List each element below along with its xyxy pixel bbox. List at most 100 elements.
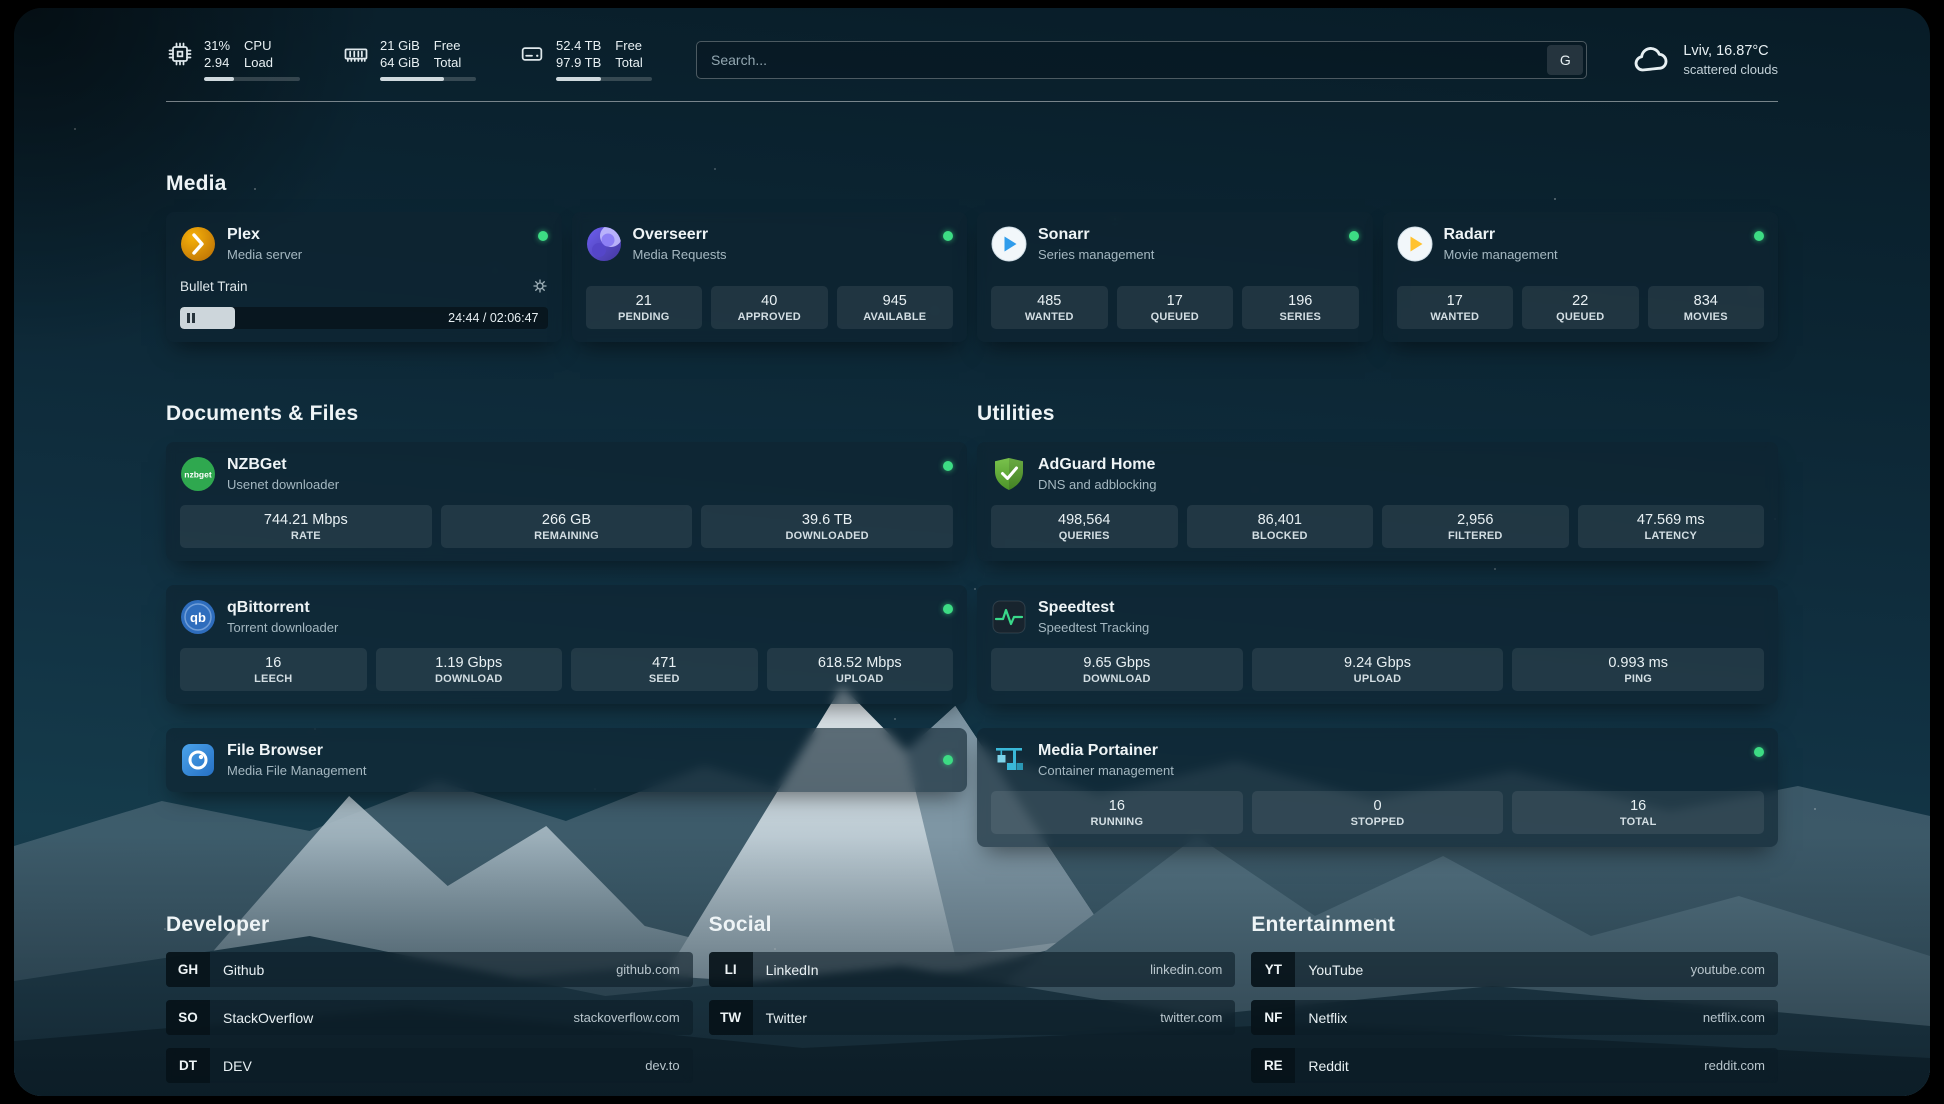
stat-download: 9.65 Gbps DOWNLOAD — [991, 648, 1243, 691]
qbittorrent-icon: qb — [180, 599, 216, 635]
service-subtitle: Speedtest Tracking — [1038, 619, 1149, 636]
service-name: Overseerr — [633, 225, 727, 245]
bookmark-abbr: GH — [166, 952, 210, 987]
bookmark-url: dev.to — [645, 1058, 679, 1073]
service-card-qbittorrent[interactable]: qb qBittorrent Torrent downloader — [166, 585, 967, 704]
bookmark-label: StackOverflow — [223, 1010, 313, 1026]
bookmark-abbr: YT — [1251, 952, 1295, 987]
bookmark-github[interactable]: GH Github github.com — [166, 952, 693, 987]
status-dot — [943, 604, 953, 614]
stat-wanted: 485 WANTED — [991, 286, 1108, 329]
service-name: Media Portainer — [1038, 741, 1174, 761]
service-card-filebrowser[interactable]: File Browser Media File Management — [166, 728, 967, 792]
bookmark-dev[interactable]: DT DEV dev.to — [166, 1048, 693, 1083]
bookmark-netflix[interactable]: NF Netflix netflix.com — [1251, 1000, 1778, 1035]
section-title-entertainment: Entertainment — [1251, 913, 1778, 937]
pause-icon — [187, 313, 195, 323]
stat-series: 196 SERIES — [1242, 286, 1359, 329]
stat-stopped: 0 STOPPED — [1252, 791, 1504, 834]
now-playing-title: Bullet Train — [180, 279, 248, 294]
stat-approved: 40 APPROVED — [711, 286, 828, 329]
service-card-sonarr[interactable]: Sonarr Series management 485 WANTED — [977, 212, 1373, 342]
section-title-social: Social — [709, 913, 1236, 937]
bookmark-label: Netflix — [1308, 1010, 1347, 1026]
memory-free-label: Free — [434, 38, 461, 53]
cpu-chip-icon — [166, 40, 194, 68]
service-name: Radarr — [1444, 225, 1558, 245]
bookmark-url: netflix.com — [1703, 1010, 1765, 1025]
stat-running: 16 RUNNING — [991, 791, 1243, 834]
overseerr-icon — [586, 226, 622, 262]
bookmark-twitter[interactable]: TW Twitter twitter.com — [709, 1000, 1236, 1035]
stat-rate: 744.21 Mbps RATE — [180, 505, 432, 548]
disk-free-value: 52.4 TB — [556, 38, 601, 53]
bookmark-group-social: Social LI LinkedIn linkedin.com TW Twitt… — [709, 913, 1236, 1083]
stat-upload: 9.24 Gbps UPLOAD — [1252, 648, 1504, 691]
bookmark-linkedin[interactable]: LI LinkedIn linkedin.com — [709, 952, 1236, 987]
service-card-overseerr[interactable]: Overseerr Media Requests 21 PENDING — [572, 212, 968, 342]
dashboard-screen: 31% 2.94 CPU Load — [14, 8, 1930, 1096]
ram-icon — [342, 40, 370, 68]
stat-leech: 16 LEECH — [180, 648, 367, 691]
service-subtitle: Media Requests — [633, 246, 727, 263]
memory-usage-bar — [380, 77, 476, 81]
sonarr-icon — [991, 226, 1027, 262]
stat-available: 945 AVAILABLE — [837, 286, 954, 329]
cpu-usage-label: CPU — [244, 38, 273, 53]
section-title-developer: Developer — [166, 913, 693, 937]
search-input[interactable] — [711, 52, 1547, 68]
search-engine-button[interactable]: G — [1547, 45, 1583, 75]
status-dot — [1754, 747, 1764, 757]
status-dot — [1349, 231, 1359, 241]
bookmark-abbr: RE — [1251, 1048, 1295, 1083]
service-card-radarr[interactable]: Radarr Movie management 17 WANTED 2 — [1383, 212, 1779, 342]
section-title-media: Media — [166, 172, 1778, 196]
bookmark-label: LinkedIn — [766, 962, 819, 978]
service-card-plex[interactable]: Plex Media server Bullet Train — [166, 212, 562, 342]
status-dot — [1754, 231, 1764, 241]
service-card-nzbget[interactable]: nzbget NZBGet Usenet downloader — [166, 442, 967, 561]
service-subtitle: DNS and adblocking — [1038, 476, 1157, 493]
cpu-widget: 31% 2.94 CPU Load — [166, 38, 300, 81]
service-card-speedtest[interactable]: Speedtest Speedtest Tracking 9.65 Gbps D… — [977, 585, 1778, 704]
gear-icon[interactable] — [532, 278, 548, 294]
service-subtitle: Container management — [1038, 762, 1174, 779]
bookmark-reddit[interactable]: RE Reddit reddit.com — [1251, 1048, 1778, 1083]
service-name: Plex — [227, 225, 302, 245]
disk-free-label: Free — [615, 38, 642, 53]
service-name: Speedtest — [1038, 598, 1149, 618]
section-title-documents: Documents & Files — [166, 402, 967, 426]
stat-ping: 0.993 ms PING — [1512, 648, 1764, 691]
stat-queries: 498,564 QUERIES — [991, 505, 1178, 548]
memory-total-value: 64 GiB — [380, 55, 420, 70]
playback-progress-bar: 24:44 / 02:06:47 — [180, 307, 548, 329]
cpu-load-label: Load — [244, 55, 273, 70]
bookmark-stackoverflow[interactable]: SO StackOverflow stackoverflow.com — [166, 1000, 693, 1035]
svg-text:nzbget: nzbget — [184, 470, 212, 480]
bookmark-abbr: TW — [709, 1000, 753, 1035]
plex-icon — [180, 226, 216, 262]
service-card-adguard[interactable]: AdGuard Home DNS and adblocking 498,564 … — [977, 442, 1778, 561]
cpu-usage-bar — [204, 77, 300, 81]
stat-seed: 471 SEED — [571, 648, 758, 691]
disk-total-label: Total — [615, 55, 642, 70]
bookmark-url: linkedin.com — [1150, 962, 1222, 977]
status-dot — [943, 461, 953, 471]
bookmark-abbr: NF — [1251, 1000, 1295, 1035]
memory-total-label: Total — [434, 55, 461, 70]
drive-icon — [518, 40, 546, 68]
bookmark-youtube[interactable]: YT YouTube youtube.com — [1251, 952, 1778, 987]
service-subtitle: Series management — [1038, 246, 1154, 263]
bookmark-url: github.com — [616, 962, 680, 977]
stat-filtered: 2,956 FILTERED — [1382, 505, 1569, 548]
stat-downloaded: 39.6 TB DOWNLOADED — [701, 505, 953, 548]
bookmark-label: DEV — [223, 1058, 252, 1074]
service-name: File Browser — [227, 741, 366, 761]
bookmark-abbr: LI — [709, 952, 753, 987]
playback-time: 24:44 / 02:06:47 — [448, 307, 538, 329]
service-card-portainer[interactable]: Media Portainer Container management 16 … — [977, 728, 1778, 847]
stat-download: 1.19 Gbps DOWNLOAD — [376, 648, 563, 691]
cpu-load-value: 2.94 — [204, 55, 230, 70]
disk-total-value: 97.9 TB — [556, 55, 601, 70]
cpu-usage-value: 31% — [204, 38, 230, 53]
